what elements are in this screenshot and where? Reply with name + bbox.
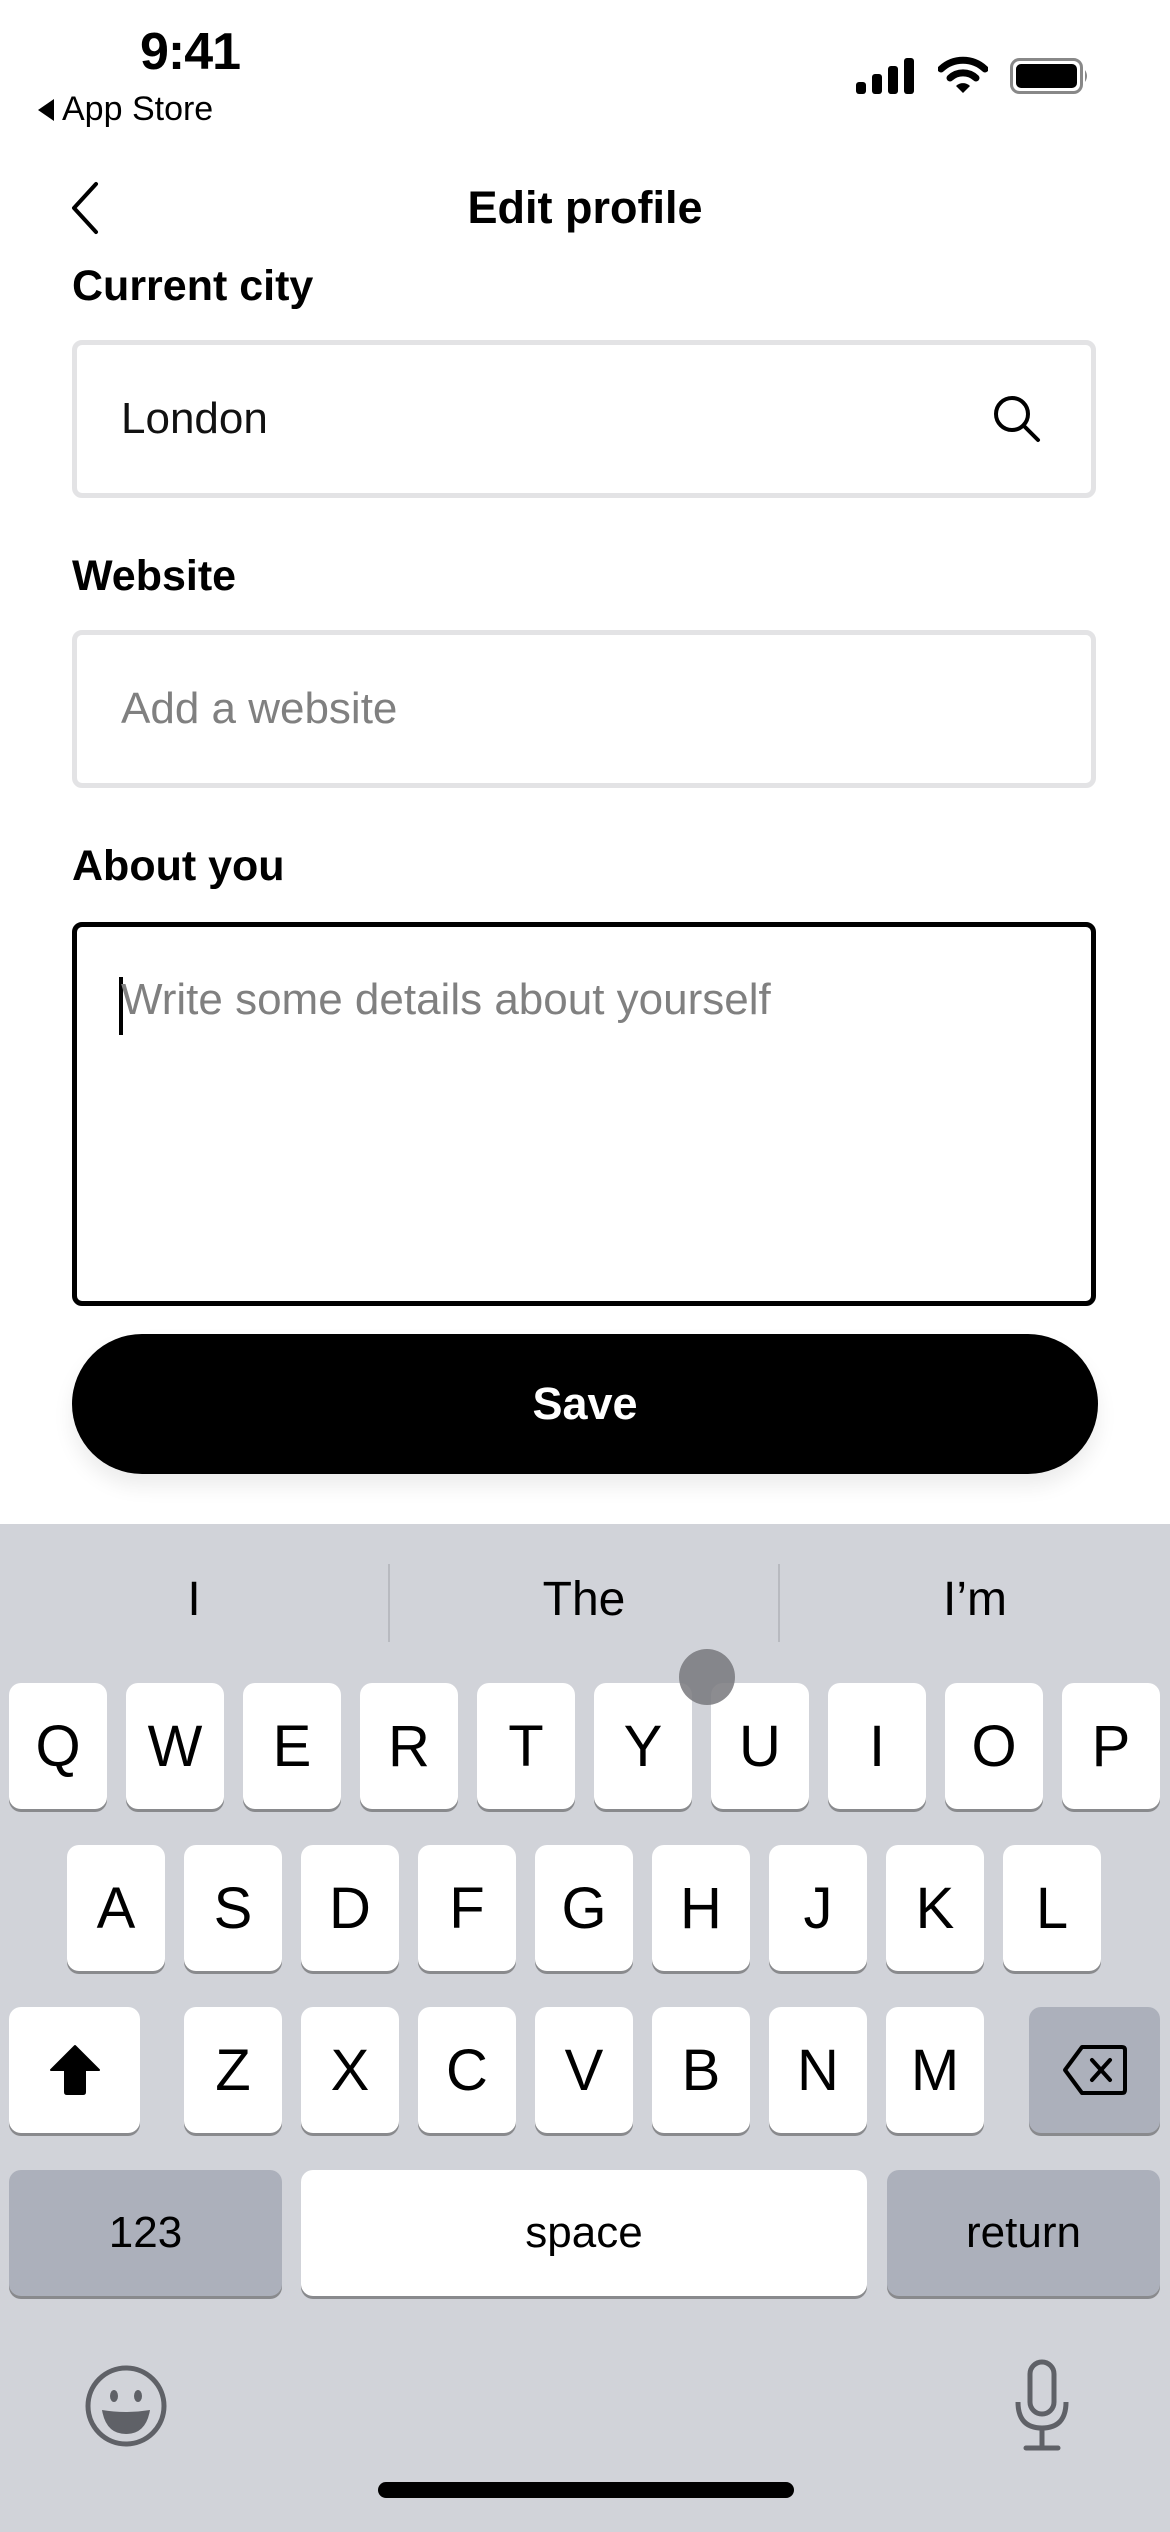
backspace-icon	[1062, 2045, 1127, 2095]
space-key[interactable]: space	[301, 2170, 867, 2296]
key-m[interactable]: M	[886, 2007, 984, 2133]
key-h[interactable]: H	[652, 1845, 750, 1971]
key-q[interactable]: Q	[9, 1683, 107, 1809]
search-icon[interactable]	[991, 393, 1043, 445]
touch-indicator	[679, 1649, 735, 1705]
key-k[interactable]: K	[886, 1845, 984, 1971]
cellular-signal-icon	[856, 58, 914, 94]
key-i[interactable]: I	[828, 1683, 926, 1809]
numbers-key[interactable]: 123	[9, 2170, 282, 2296]
key-c[interactable]: C	[418, 2007, 516, 2133]
about-textarea[interactable]: Write some details about yourself	[72, 922, 1096, 1306]
city-label: Current city	[72, 262, 314, 310]
microphone-icon[interactable]	[1012, 2358, 1072, 2454]
backspace-key[interactable]	[1029, 2007, 1160, 2133]
key-y[interactable]: Y	[594, 1683, 692, 1809]
key-o[interactable]: O	[945, 1683, 1043, 1809]
key-x[interactable]: X	[301, 2007, 399, 2133]
status-time: 9:41	[140, 23, 241, 81]
back-app-label: App Store	[62, 90, 214, 128]
wifi-icon	[938, 56, 988, 93]
key-e[interactable]: E	[243, 1683, 341, 1809]
back-triangle-icon	[38, 98, 54, 121]
key-f[interactable]: F	[418, 1845, 516, 1971]
shift-key[interactable]	[9, 2007, 140, 2133]
key-v[interactable]: V	[535, 2007, 633, 2133]
suggestion-3[interactable]: I’m	[780, 1524, 1170, 1674]
website-placeholder: Add a website	[121, 684, 398, 733]
city-input[interactable]: London	[72, 340, 1096, 498]
suggestion-1[interactable]: I	[0, 1524, 388, 1674]
key-r[interactable]: R	[360, 1683, 458, 1809]
website-label: Website	[72, 552, 237, 600]
key-b[interactable]: B	[652, 2007, 750, 2133]
save-button[interactable]: Save	[72, 1334, 1098, 1474]
key-t[interactable]: T	[477, 1683, 575, 1809]
emoji-icon[interactable]	[84, 2364, 168, 2448]
key-w[interactable]: W	[126, 1683, 224, 1809]
key-u[interactable]: U	[711, 1683, 809, 1809]
back-to-app-store[interactable]: App Store	[38, 90, 213, 129]
key-p[interactable]: P	[1062, 1683, 1160, 1809]
battery-icon	[1010, 58, 1087, 94]
city-value: London	[121, 394, 268, 443]
key-d[interactable]: D	[301, 1845, 399, 1971]
key-z[interactable]: Z	[184, 2007, 282, 2133]
key-s[interactable]: S	[184, 1845, 282, 1971]
shift-arrow-icon	[49, 2045, 100, 2095]
key-a[interactable]: A	[67, 1845, 165, 1971]
key-n[interactable]: N	[769, 2007, 867, 2133]
key-l[interactable]: L	[1003, 1845, 1101, 1971]
home-indicator	[378, 2482, 794, 2498]
keyboard: I The I’m QWERTYUIOPASDFGHJKLZXCVBNM 123…	[0, 1524, 1170, 2532]
return-key[interactable]: return	[887, 2170, 1160, 2296]
page-title: Edit profile	[467, 182, 703, 233]
website-input[interactable]: Add a website	[72, 630, 1096, 788]
key-j[interactable]: J	[769, 1845, 867, 1971]
about-placeholder: Write some details about yourself	[121, 975, 771, 1024]
about-label: About you	[72, 842, 285, 890]
key-g[interactable]: G	[535, 1845, 633, 1971]
